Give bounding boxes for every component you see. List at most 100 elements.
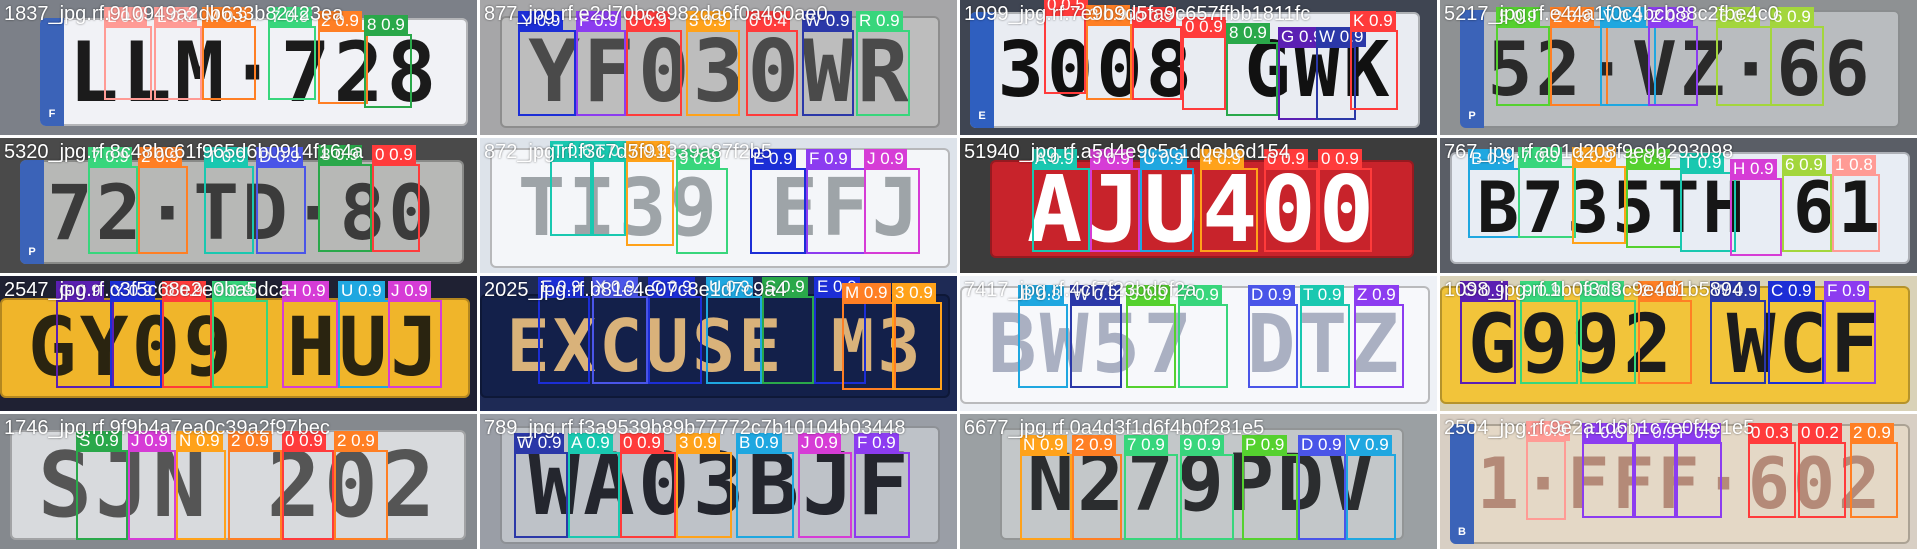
image-filename: 877_jpg.rf.e2d70bc8982da6f0a460ae0 [484,3,828,25]
detection-box: J 0.9 [388,281,442,388]
detection-box: M 0.9 [842,283,896,390]
image-filename: 7417_jpg.rf.4cf7f23bd6f2a [964,279,1197,301]
image-filename: 767_jpg.rf.a01d208f9e9b293098 [1444,141,1734,163]
detection-box: F 0.9 [854,433,910,538]
detection-box: W 0.9 [1070,285,1122,388]
detection-box: T 0.3 [592,141,637,236]
detection-box: 9 0.9 [1520,281,1578,384]
detection-box: 0 0.9 [1264,149,1318,252]
detection-box: 2 0.9 [138,147,188,254]
detection-box: 3 0.9 [1086,5,1132,100]
result-tile: B735TH 61 767_jpg.rf.a01d208f9e9b293098 B … [1440,138,1920,276]
detection-box: 8 0.9 [364,15,412,108]
detection-box: J 0.9 [128,431,176,540]
detection-box: P 0.9 [1242,435,1298,540]
result-tile: GY09 HUJ 2547_jpg.rf.c3f5c68e2e0ba5dca G 0… [0,276,480,414]
detection-box: T 0.9 [1300,285,1350,388]
detection-box: 7 0.9 [626,141,674,246]
image-filename: 5320_jpg.rf.8c48bc61f965d6b0914f164a [4,141,364,163]
detection-box: 0 0.9 [1132,7,1182,100]
detection-label: D 0.9 [1248,285,1295,305]
detection-box: S 0.9 [762,277,814,384]
result-tile: N279PDV 6677_jpg.rf.0a4d3f1d6f4b0f281e5 N … [960,414,1440,552]
image-filename: 2025_jpg.rf.b81c4e07c8e1d7c9a4 [484,279,787,301]
detection-box: W 0.9 [514,433,568,538]
detection-box: Y 0.9 [518,11,576,116]
detection-box: 9 0.9 [676,149,728,254]
detection-label: Z 0.9 [1354,285,1399,305]
detection-box: N 0.9 [1020,435,1072,540]
detection-box: D 0.9 [256,147,306,254]
detection-box: 0 0.2 [1798,423,1846,518]
result-tile: F LLM·728 1837_jpg.rf.910949a2db633b82423e… [0,0,480,138]
detection-box: Z 0.9 [1354,285,1404,388]
detection-box: 9 0.9 [1580,281,1636,384]
detection-box: 2 0.9 [1850,423,1898,518]
image-filename: 1099_jpg.rf.7e9b9d5fa9c657ffbb1811fc [964,3,1311,25]
image-filename: 1098_jpg.rf.1b0f3d3c9e4d1b5894 [1444,279,1744,301]
detection-box: H 0.9 [1730,159,1782,256]
detection-box: 0 0.4 [746,11,798,116]
detection-label: 0 0.2 [1798,423,1842,443]
detection-box: F 0.9 [1676,423,1722,518]
detection-box: 3 0.9 [892,283,942,390]
detection-box: F 0.9 [1824,281,1876,384]
detection-box: 4 0.9 [1200,149,1258,252]
detection-box: N 0.9 [176,431,226,540]
detection-box: T 0.6 [550,141,595,236]
detection-box: A 0.9 [568,433,620,538]
image-filename: 5217_jpg.rf.e44a1f0c4bcb88c2fbe4c0 [1444,3,1779,25]
detection-box: 0 0.9 [162,281,212,388]
detection-box: H 0.9 [282,281,338,388]
detection-box: F 0.6 [1582,423,1634,518]
detection-box: D 0.9 [1248,285,1298,388]
detection-box: 7 0.9 [1518,147,1576,238]
detection-box: E 0.9 [538,277,590,384]
detection-box: 0 0.9 [372,145,420,252]
detection-box: 0 0.9 [626,11,682,116]
result-tile: P 52·VZ·66 5217_jpg.rf.e44a1f0c4bcb88c2fbe… [1440,0,1920,138]
detection-box: 6 0.9 [1770,7,1824,106]
detection-box: D 0.9 [1298,435,1346,540]
detection-label: M 0.9 [842,283,891,303]
detection-box: M 0.9 [202,7,256,100]
result-tile: WA03BJF 789_jpg.rf.f3a9539b89b77772c7b101… [480,414,960,552]
detection-label: 8 0.9 [1226,23,1270,43]
detection-box: W 0.9 [802,11,854,116]
detection-box: 6 0.9 [1782,155,1832,252]
detection-box: 0 0.9 [1182,17,1226,110]
detection-box: U 0.9 [338,281,390,388]
detection-box: G 0.9 [56,281,114,388]
detection-box: Y 0.9 [110,281,162,388]
detection-box: 3 0.9 [686,11,740,116]
detection-label: C 0.9 [1768,281,1815,301]
detection-box: B 0.9 [736,433,794,538]
result-tile: P 72·TD·80 5320_jpg.rf.8c48bc61f965d6b0914… [0,138,480,276]
detection-box: B 0.9 [1468,149,1520,238]
result-tile: B 1·FFF·602 2504_jpg.rf.9e2a1d6b1c7e0f4e1e… [1440,414,1920,552]
detection-box: Z 0.9 [1648,7,1698,106]
image-filename: 2504_jpg.rf.9e2a1d6b1c7e0f4e1e5 [1444,417,1755,439]
detection-label: J 0.9 [388,281,431,301]
detection-box: F 0.9 [576,11,626,116]
detection-label: U 0.9 [338,281,385,301]
detection-box: 5 0.9 [1126,285,1176,388]
detection-label: 6 0.9 [1782,155,1826,175]
result-tile: BW57 DTZ 7417_jpg.rf.4cf7f23bd6f2a B 0.8 W … [960,276,1440,414]
detection-label: K 0.9 [1350,11,1396,31]
detection-label: 2 0.9 [1850,423,1894,443]
detection-label: 3 0.9 [892,283,936,303]
detection-box: 8 0.9 [1226,23,1278,116]
detection-box: T 0.9 [1680,153,1736,252]
detection-box: L 0.9 [104,7,152,100]
detection-label: H 0.9 [1730,159,1777,179]
detection-label: 1 0.8 [1832,155,1876,175]
detection-label: V 0.9 [1346,435,1392,455]
detection-box: A 0.9 [1032,149,1090,252]
detection-box: W 0.9 [1710,281,1766,384]
detection-box: 9 0.9 [1180,435,1234,540]
result-tile: YF030WR 877_jpg.rf.e2d70bc8982da6f0a460ae… [480,0,960,138]
detection-label: T 0.9 [1300,285,1345,305]
detection-box: S 0.9 [76,431,128,540]
detection-box: 8 0.9 [318,145,372,252]
